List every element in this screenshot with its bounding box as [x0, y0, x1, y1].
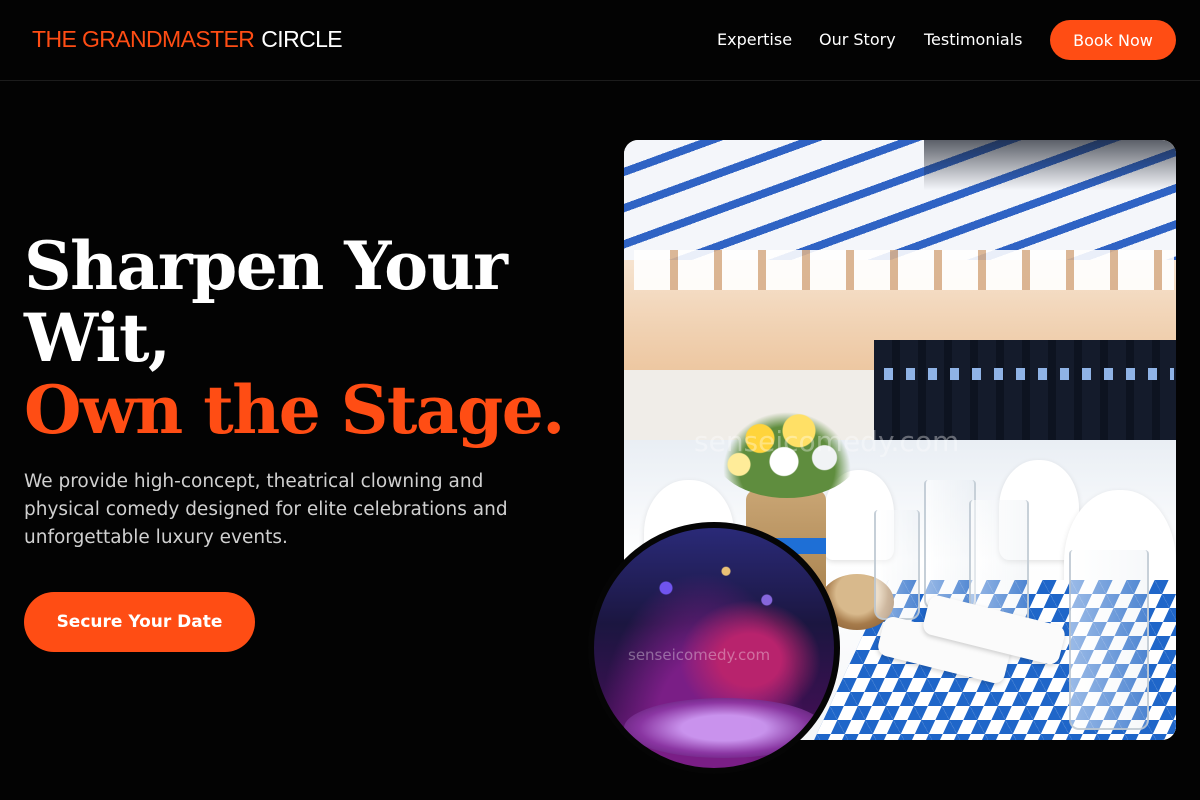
- hero-title-line1: Sharpen Your Wit,: [24, 227, 508, 377]
- circle-photo-watermark: senseicomedy.com: [628, 646, 771, 664]
- hero-title-line2: Own the Stage.: [24, 371, 565, 449]
- brand-name-part2: CIRCLE: [261, 26, 343, 52]
- nav-link-our-story[interactable]: Our Story: [819, 30, 896, 49]
- circle-photo-table: [624, 698, 824, 758]
- site-header: THE GRANDMASTER CIRCLE Expertise Our Stor…: [0, 0, 1200, 81]
- hero-description: We provide high-concept, theatrical clow…: [24, 471, 508, 548]
- brand-name-part1: THE GRANDMASTER: [32, 26, 255, 52]
- photo-ceiling-shadow: [924, 140, 1176, 190]
- nav-link-expertise[interactable]: Expertise: [717, 30, 792, 49]
- book-now-button[interactable]: Book Now: [1050, 20, 1176, 60]
- evening-event-circle-photo: senseicomedy.com: [588, 522, 840, 774]
- photo-windows: [634, 250, 1174, 290]
- brand-logo[interactable]: THE GRANDMASTER CIRCLE: [32, 26, 343, 53]
- photo-glass: [1069, 550, 1149, 730]
- photo-glass: [874, 510, 920, 620]
- photo-watermark: senseicomedy.com: [694, 425, 960, 458]
- nav-link-testimonials[interactable]: Testimonials: [924, 30, 1023, 49]
- hero-title: Sharpen Your Wit, Own the Stage.: [24, 230, 584, 446]
- secure-your-date-button[interactable]: Secure Your Date: [24, 592, 255, 652]
